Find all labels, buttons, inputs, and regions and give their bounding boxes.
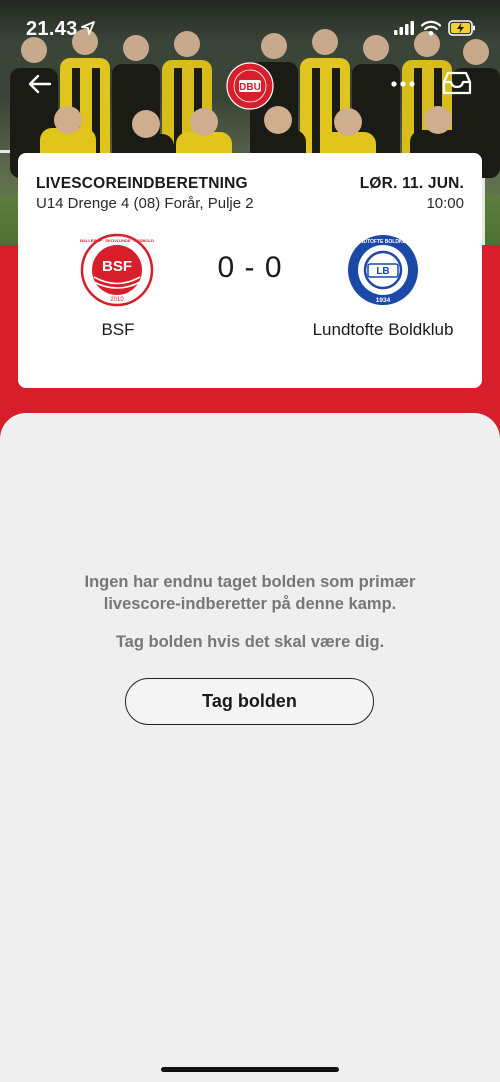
match-date: LØR. 11. JUN.: [359, 175, 464, 192]
wifi-icon: [421, 20, 441, 36]
away-logo-year: 1934: [376, 297, 391, 304]
away-logo-text: LB: [376, 266, 389, 277]
message-line-2: livescore-indberetter på denne kamp.: [103, 595, 397, 613]
away-team-name: Lundtofte Boldklub: [312, 320, 454, 339]
away-team-logo: LB LUNDTOFTE BOLDKLUB 1934: [348, 235, 418, 305]
dbu-logo-text: DBU: [239, 82, 261, 93]
cellular-signal-icon: [394, 21, 414, 35]
dbu-logo: DBU: [226, 62, 274, 110]
home-logo-ring-text: BALLERUP · SKOVLUNDE · FODBOLD: [80, 238, 154, 243]
home-team-logo: BSF 2010 BALLERUP · SKOVLUNDE · FODBOLD: [80, 233, 154, 307]
match-subtitle: U14 Drenge 4 (08) Forår, Pulje 2: [36, 195, 254, 212]
inbox-tray-icon[interactable]: [440, 68, 474, 98]
home-indicator[interactable]: [161, 1067, 339, 1072]
home-logo-text: BSF: [102, 258, 132, 275]
status-time: 21.43: [26, 18, 78, 40]
take-ball-button[interactable]: Tag bolden: [125, 678, 374, 725]
top-nav: DBU: [0, 60, 500, 110]
status-bar: 21.43: [0, 0, 500, 56]
match-time: 10:00: [426, 195, 464, 212]
message-line-1: Ingen har endnu taget bolden som primær: [84, 573, 416, 591]
home-logo-year: 2010: [110, 297, 124, 303]
card-title: LIVESCOREINDBERETNING: [36, 175, 248, 192]
location-arrow-icon: [81, 21, 95, 35]
match-card: LIVESCOREINDBERETNING U14 Drenge 4 (08) …: [18, 153, 482, 388]
no-reporter-message: Ingen har endnu taget bolden som primær …: [30, 571, 470, 615]
take-ball-prompt: Tag bolden hvis det skal være dig.: [115, 633, 385, 651]
more-dots-icon[interactable]: [388, 72, 418, 96]
home-team-name: BSF: [101, 320, 135, 339]
livescore-sheet: Ingen har endnu taget bolden som primær …: [0, 413, 500, 1082]
away-logo-ring-text: LUNDTOFTE BOLDKLUB: [353, 239, 413, 245]
back-arrow-icon[interactable]: [24, 70, 56, 98]
match-score: 0 - 0: [217, 251, 283, 284]
battery-charging-icon: [448, 20, 475, 36]
